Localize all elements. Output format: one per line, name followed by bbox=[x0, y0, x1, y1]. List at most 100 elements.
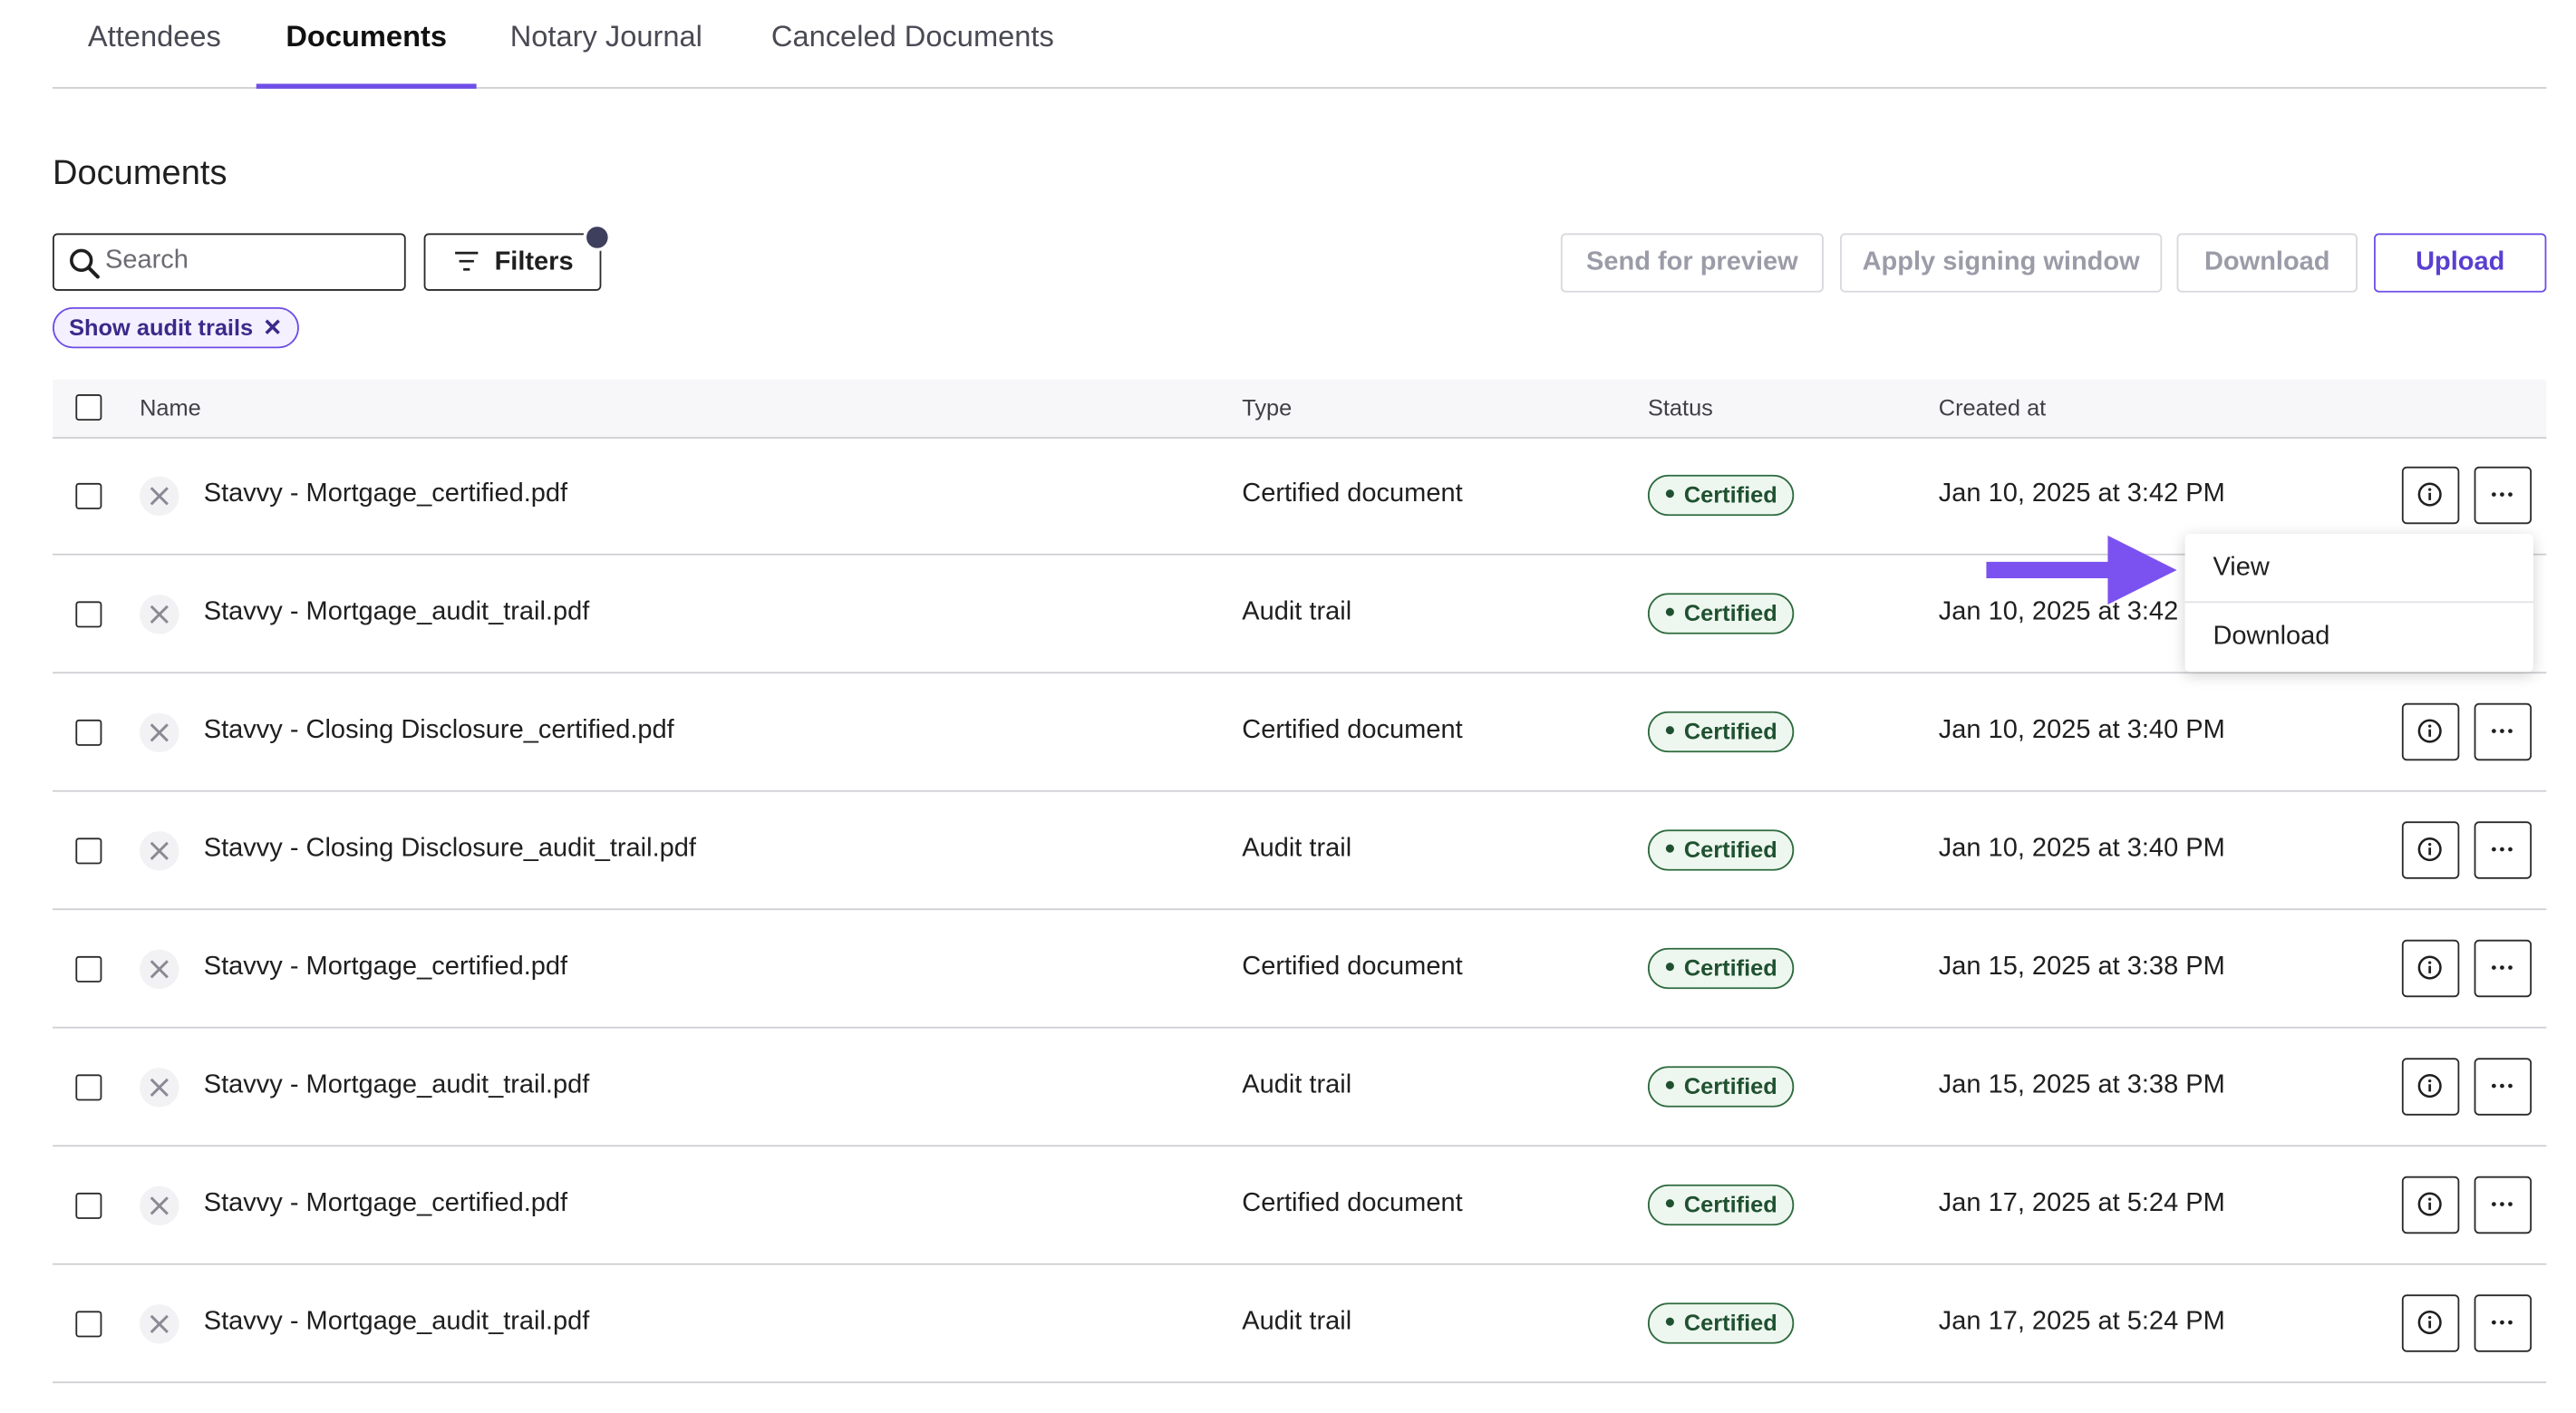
document-type: Certified document bbox=[1242, 716, 1463, 745]
tab-canceled-documents[interactable]: Canceled Documents bbox=[736, 0, 1089, 87]
menu-item-download[interactable]: Download bbox=[2185, 603, 2533, 670]
info-button[interactable] bbox=[2401, 466, 2460, 525]
show-audit-trails-chip[interactable]: Show audit trails ✕ bbox=[53, 306, 299, 349]
more-icon bbox=[2492, 1320, 2513, 1325]
row-checkbox[interactable] bbox=[75, 482, 102, 509]
row-checkbox[interactable] bbox=[75, 719, 102, 746]
info-icon bbox=[2417, 955, 2442, 980]
document-type: Certified document bbox=[1242, 479, 1463, 508]
more-actions-button[interactable] bbox=[2474, 466, 2532, 525]
row-checkbox[interactable] bbox=[75, 837, 102, 865]
info-button[interactable] bbox=[2401, 939, 2460, 998]
table-row: Stavvy - Closing Disclosure_audit_trail.… bbox=[53, 792, 2547, 911]
document-name[interactable]: Stavvy - Closing Disclosure_certified.pd… bbox=[204, 716, 674, 746]
app-root: Attendees Documents Notary Journal Cance… bbox=[0, 0, 2576, 1413]
status-badge: Certified bbox=[1647, 1302, 1794, 1344]
document-type: Certified document bbox=[1242, 953, 1463, 982]
info-button[interactable] bbox=[2401, 1294, 2460, 1352]
filter-icon bbox=[455, 251, 479, 271]
more-icon bbox=[2492, 492, 2513, 497]
table-row: Stavvy - Mortgage_certified.pdf Certifie… bbox=[53, 1147, 2547, 1265]
column-header-status[interactable]: Status bbox=[1648, 394, 1713, 421]
tab-attendees[interactable]: Attendees bbox=[53, 0, 257, 87]
created-at: Jan 17, 2025 at 5:24 PM bbox=[1938, 1189, 2225, 1218]
created-at: Jan 17, 2025 at 5:24 PM bbox=[1938, 1307, 2225, 1336]
select-all-checkbox[interactable] bbox=[75, 394, 102, 421]
document-name[interactable]: Stavvy - Mortgage_certified.pdf bbox=[204, 479, 567, 509]
file-icon bbox=[140, 831, 179, 871]
table-header: Name Type Status Created at bbox=[53, 379, 2547, 439]
row-checkbox[interactable] bbox=[75, 1192, 102, 1219]
upload-button[interactable]: Upload bbox=[2374, 233, 2547, 293]
file-icon bbox=[140, 476, 179, 517]
row-actions-menu: View Download bbox=[2184, 534, 2533, 673]
row-checkbox[interactable] bbox=[75, 601, 102, 628]
tab-notary-journal[interactable]: Notary Journal bbox=[477, 0, 736, 87]
table-row: Stavvy - Mortgage_certified.pdf Certifie… bbox=[53, 910, 2547, 1029]
more-actions-button[interactable] bbox=[2474, 821, 2532, 879]
more-icon bbox=[2492, 1202, 2513, 1206]
column-header-created-at[interactable]: Created at bbox=[1939, 394, 2046, 421]
table-row: Stavvy - Mortgage_audit_trail.pdf Audit … bbox=[53, 1029, 2547, 1147]
info-button[interactable] bbox=[2401, 821, 2460, 879]
file-icon bbox=[140, 1304, 179, 1344]
created-at: Jan 15, 2025 at 3:38 PM bbox=[1938, 953, 2225, 982]
chip-label: Show audit trails bbox=[69, 314, 254, 341]
status-badge: Certified bbox=[1647, 474, 1794, 517]
filters-button[interactable]: Filters bbox=[423, 223, 612, 291]
status-badge: Certified bbox=[1647, 1066, 1794, 1108]
more-actions-button[interactable] bbox=[2474, 1058, 2532, 1116]
document-name[interactable]: Stavvy - Mortgage_certified.pdf bbox=[204, 953, 567, 982]
status-badge: Certified bbox=[1647, 1184, 1794, 1226]
more-actions-button[interactable] bbox=[2474, 1294, 2532, 1352]
column-header-type[interactable]: Type bbox=[1242, 394, 1292, 421]
arrow-right-icon bbox=[1986, 535, 2177, 605]
document-type: Audit trail bbox=[1242, 1070, 1352, 1099]
more-actions-button[interactable] bbox=[2474, 939, 2532, 998]
status-badge: Certified bbox=[1647, 829, 1794, 871]
row-checkbox[interactable] bbox=[75, 1074, 102, 1101]
info-icon bbox=[2417, 719, 2442, 743]
filters-active-indicator bbox=[583, 223, 612, 252]
row-checkbox[interactable] bbox=[75, 955, 102, 982]
menu-item-view[interactable]: View bbox=[2185, 534, 2533, 601]
document-name[interactable]: Stavvy - Mortgage_audit_trail.pdf bbox=[204, 1071, 590, 1101]
info-icon bbox=[2417, 1192, 2442, 1216]
file-icon bbox=[140, 595, 179, 634]
status-badge: Certified bbox=[1647, 711, 1794, 753]
column-header-name[interactable]: Name bbox=[140, 394, 201, 421]
document-type: Audit trail bbox=[1242, 1307, 1352, 1336]
search-input[interactable] bbox=[105, 235, 393, 288]
created-at: Jan 10, 2025 at 3:40 PM bbox=[1938, 716, 2225, 745]
more-actions-button[interactable] bbox=[2474, 702, 2532, 761]
table-row: Stavvy - Mortgage_audit_trail.pdf Audit … bbox=[53, 1265, 2547, 1384]
filters-label: Filters bbox=[494, 247, 574, 276]
status-badge: Certified bbox=[1647, 947, 1794, 990]
tab-documents[interactable]: Documents bbox=[256, 0, 477, 89]
apply-signing-window-button[interactable]: Apply signing window bbox=[1840, 233, 2163, 293]
document-name[interactable]: Stavvy - Mortgage_audit_trail.pdf bbox=[204, 598, 590, 628]
info-icon bbox=[2417, 1311, 2442, 1335]
info-button[interactable] bbox=[2401, 1176, 2460, 1234]
info-button[interactable] bbox=[2401, 702, 2460, 761]
info-icon bbox=[2417, 482, 2442, 507]
send-for-preview-button[interactable]: Send for preview bbox=[1560, 233, 1824, 293]
document-type: Audit trail bbox=[1242, 597, 1352, 626]
document-type: Audit trail bbox=[1242, 834, 1352, 863]
info-icon bbox=[2417, 837, 2442, 862]
more-icon bbox=[2492, 1083, 2513, 1089]
file-icon bbox=[140, 712, 179, 753]
more-actions-button[interactable] bbox=[2474, 1176, 2532, 1234]
created-at: Jan 10, 2025 at 3:42 PM bbox=[1938, 479, 2225, 508]
document-name[interactable]: Stavvy - Mortgage_audit_trail.pdf bbox=[204, 1308, 590, 1338]
document-name[interactable]: Stavvy - Mortgage_certified.pdf bbox=[204, 1189, 567, 1219]
table-row: Stavvy - Closing Disclosure_certified.pd… bbox=[53, 673, 2547, 792]
file-icon bbox=[140, 1068, 179, 1108]
row-checkbox[interactable] bbox=[75, 1311, 102, 1338]
close-icon[interactable]: ✕ bbox=[263, 314, 282, 340]
file-icon bbox=[140, 949, 179, 990]
document-name[interactable]: Stavvy - Closing Disclosure_audit_trail.… bbox=[204, 835, 696, 865]
info-button[interactable] bbox=[2401, 1058, 2460, 1116]
download-button[interactable]: Download bbox=[2176, 233, 2358, 293]
created-at: Jan 15, 2025 at 3:38 PM bbox=[1938, 1070, 2225, 1099]
